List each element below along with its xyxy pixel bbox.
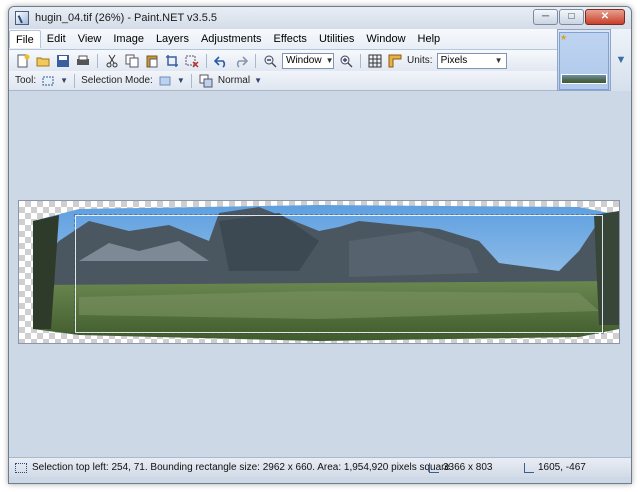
menu-help[interactable]: Help <box>412 30 447 48</box>
save-icon[interactable] <box>55 53 71 69</box>
chevron-down-icon: ▼ <box>325 56 334 65</box>
toolbar-separator <box>74 73 76 88</box>
menu-adjustments[interactable]: Adjustments <box>195 30 268 48</box>
grid-icon[interactable] <box>367 53 383 69</box>
units-value: Pixels <box>440 55 468 66</box>
status-bar: Selection top left: 254, 71. Bounding re… <box>9 457 631 477</box>
paintnet-app-icon[interactable] <box>15 11 29 25</box>
paste-icon[interactable] <box>144 53 160 69</box>
chevron-down-icon: ▼ <box>494 56 503 65</box>
window-controls: ─ □ ✕ <box>533 9 625 25</box>
new-image-icon[interactable] <box>15 53 31 69</box>
rulers-icon[interactable] <box>387 53 403 69</box>
window-title: hugin_04.tif (26%) - Paint.NET v3.5.5 <box>35 12 218 24</box>
toolbar-separator <box>206 53 207 68</box>
rectangle-select-icon[interactable] <box>40 73 56 89</box>
copy-icon[interactable] <box>124 53 140 69</box>
toolbar-separator <box>190 73 192 88</box>
thumbnail-scroll-down-icon[interactable]: ▼ <box>611 29 631 91</box>
menu-layers[interactable]: Layers <box>150 30 195 48</box>
units-label: Units: <box>407 55 433 66</box>
selection-icon <box>15 462 27 473</box>
menu-edit[interactable]: Edit <box>41 30 72 48</box>
menu-window[interactable]: Window <box>360 30 411 48</box>
blend-mode-value[interactable]: Normal <box>218 75 250 86</box>
image-thumbnail[interactable] <box>561 74 607 84</box>
canvas-workspace[interactable] <box>9 92 631 457</box>
cut-icon[interactable] <box>104 53 120 69</box>
paintnet-window: hugin_04.tif (26%) - Paint.NET v3.5.5 ─ … <box>8 6 632 484</box>
menu-file[interactable]: File <box>9 30 41 48</box>
title-bar[interactable]: hugin_04.tif (26%) - Paint.NET v3.5.5 ─ … <box>9 7 631 29</box>
menu-view[interactable]: View <box>72 30 108 48</box>
open-folder-icon[interactable] <box>35 53 51 69</box>
main-toolbar: Window ▼ Units: Pixels ▼ <box>9 49 557 71</box>
selection-rectangle[interactable] <box>74 214 604 334</box>
tool-options-bar: Tool: ▼ Selection Mode: ▼ Normal ▼ <box>9 71 557 91</box>
toolbar-separator <box>255 53 256 68</box>
menu-bar: File Edit View Image Layers Adjustments … <box>9 29 557 49</box>
blend-mode-icon <box>198 73 214 89</box>
selection-mode-chevron-down-icon[interactable]: ▼ <box>177 73 185 89</box>
image-thumbnail-panel[interactable]: ★ <box>557 29 611 91</box>
selection-info: Selection top left: 254, 71. Bounding re… <box>32 462 451 473</box>
undo-icon[interactable] <box>213 53 229 69</box>
zoom-dropdown[interactable]: Window ▼ <box>282 52 334 69</box>
crop-to-selection-icon[interactable] <box>164 53 180 69</box>
image-size-field: 3366 x 803 <box>429 462 493 473</box>
toolbar-separator <box>360 53 361 68</box>
cursor-position-field: 1605, -467 <box>524 462 586 473</box>
redo-icon[interactable] <box>233 53 249 69</box>
image-size-value: 3366 x 803 <box>443 462 493 473</box>
zoom-in-icon[interactable] <box>338 53 354 69</box>
cursor-position-value: 1605, -467 <box>538 462 586 473</box>
blend-chevron-down-icon[interactable]: ▼ <box>254 73 262 89</box>
toolbar-separator <box>97 53 98 68</box>
units-dropdown[interactable]: Pixels ▼ <box>436 52 507 69</box>
selection-mode-label: Selection Mode: <box>81 75 153 86</box>
menu-effects[interactable]: Effects <box>268 30 313 48</box>
star-icon: ★ <box>560 33 568 42</box>
selection-mode-icon[interactable] <box>157 73 173 89</box>
image-size-icon <box>429 462 439 473</box>
print-icon[interactable] <box>75 53 91 69</box>
tool-label: Tool: <box>15 75 37 86</box>
minimize-button[interactable]: ─ <box>533 9 558 25</box>
cursor-position-icon <box>524 462 534 473</box>
zoom-value: Window <box>286 55 322 66</box>
zoom-out-icon[interactable] <box>262 53 278 69</box>
tool-chevron-down-icon[interactable]: ▼ <box>60 73 68 89</box>
close-button[interactable]: ✕ <box>585 9 625 25</box>
menu-image[interactable]: Image <box>107 30 150 48</box>
menu-utilities[interactable]: Utilities <box>313 30 360 48</box>
deselect-icon[interactable] <box>184 53 200 69</box>
maximize-button[interactable]: □ <box>559 9 584 25</box>
panorama-image-canvas[interactable] <box>18 200 620 344</box>
